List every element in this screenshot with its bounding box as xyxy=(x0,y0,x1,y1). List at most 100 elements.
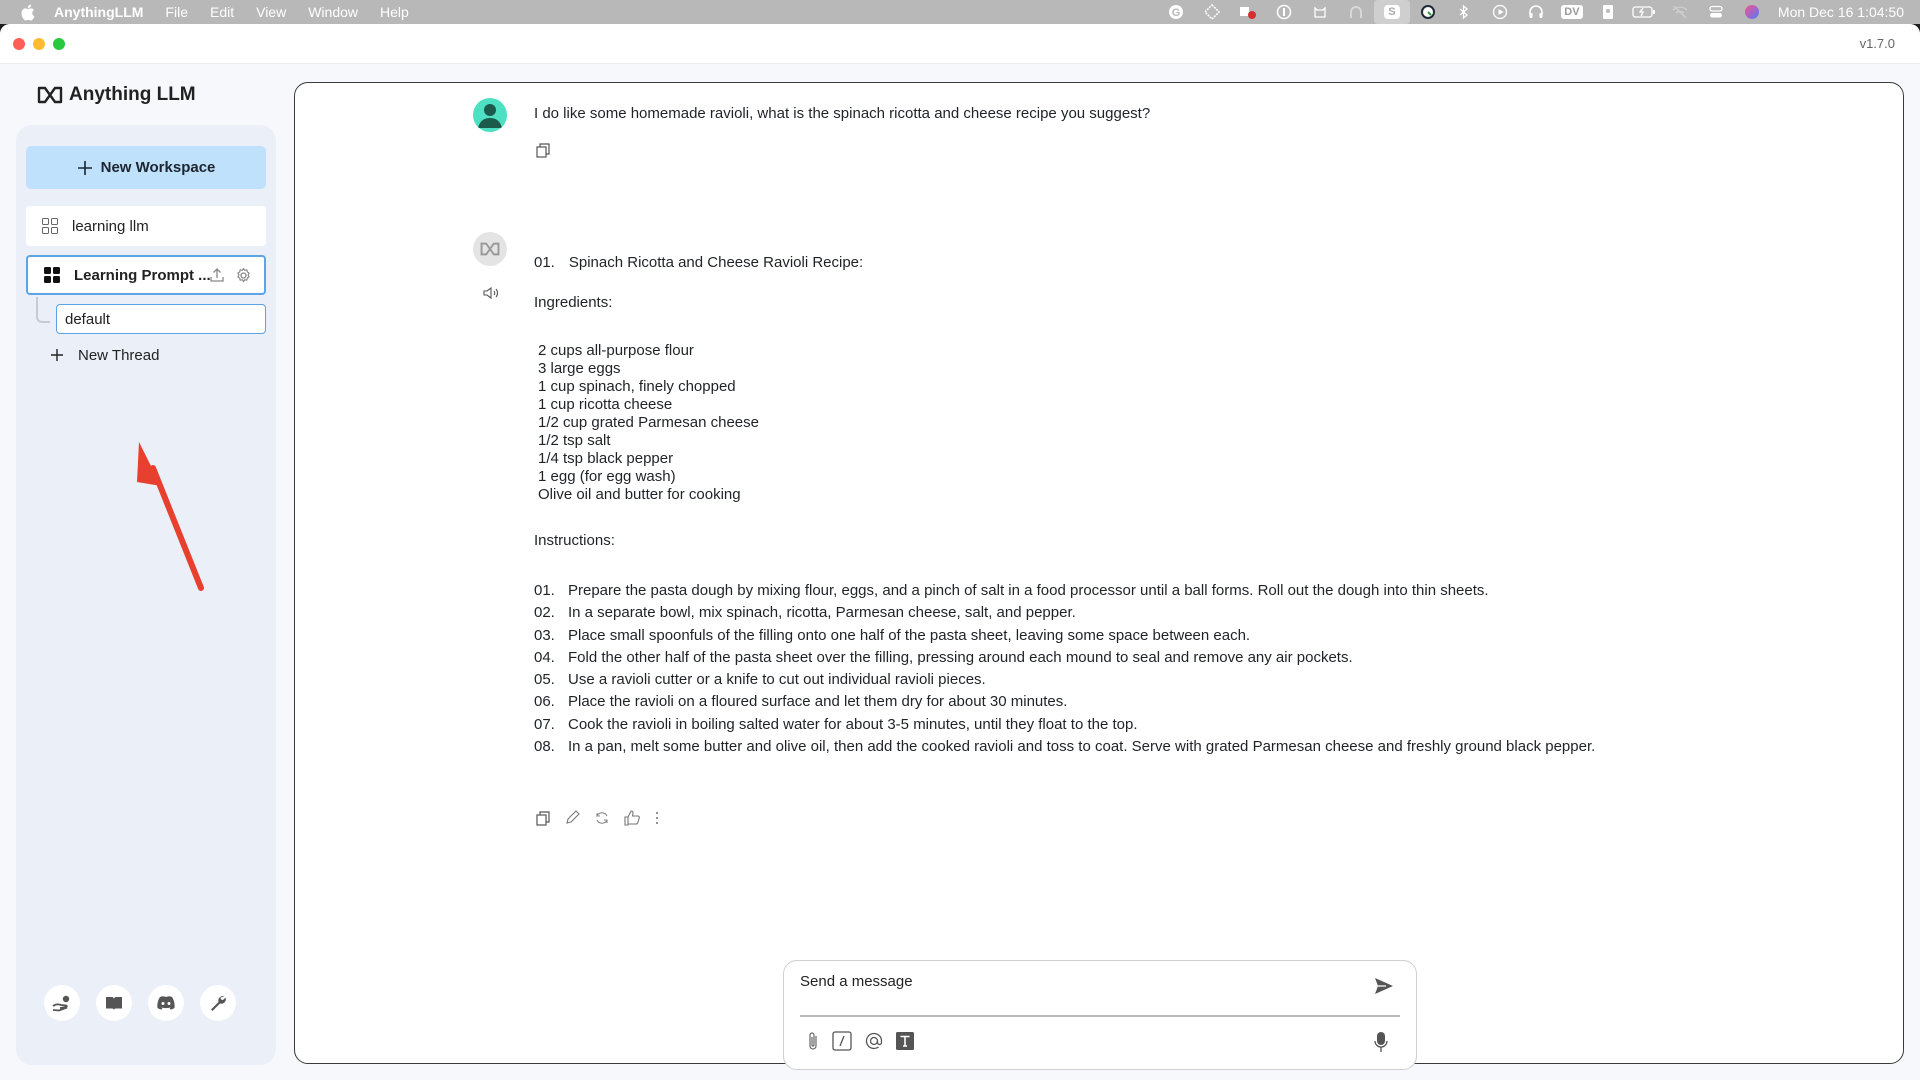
grammarly-icon[interactable]: G xyxy=(1158,0,1194,24)
thread-connector xyxy=(36,297,50,323)
menu-edit[interactable]: Edit xyxy=(210,4,234,20)
onepassword-icon[interactable] xyxy=(1266,0,1302,24)
instruction-step: 06. Place the ravioli on a floured surfac… xyxy=(534,693,1068,711)
app-window: v1.7.0 Anything LLM New Workspace learni… xyxy=(0,24,1920,1080)
message-input[interactable] xyxy=(800,973,1340,1003)
thread-label: default xyxy=(65,310,111,328)
bluetooth-icon[interactable] xyxy=(1446,0,1482,24)
annotation-arrow xyxy=(137,442,204,591)
recipe-heading: 01. Spinach Ricotta and Cheese Ravioli R… xyxy=(534,254,1595,272)
menu-help[interactable]: Help xyxy=(380,4,409,20)
user-message: I do like some homemade ravioli, what is… xyxy=(534,105,1151,122)
s-icon[interactable]: S xyxy=(1373,0,1410,24)
community-hub-button[interactable] xyxy=(44,985,80,1021)
copy-icon[interactable] xyxy=(536,143,550,163)
app-version: v1.7.0 xyxy=(1859,36,1895,51)
thumbs-up-icon[interactable] xyxy=(624,810,640,831)
plus-icon xyxy=(46,344,68,366)
battery-icon[interactable] xyxy=(1626,0,1662,24)
copy-icon[interactable] xyxy=(536,810,550,831)
instruction-step: 07. Cook the ravioli in boiling salted wa… xyxy=(534,715,1138,733)
sidebar-footer xyxy=(44,985,236,1021)
wifi-off-icon[interactable] xyxy=(1662,0,1698,24)
new-thread-label: New Thread xyxy=(78,346,160,364)
workspace-item-learning-prompt[interactable]: Learning Prompt ... xyxy=(26,255,266,295)
minimize-window-button[interactable] xyxy=(33,38,45,50)
arc-icon[interactable] xyxy=(1338,0,1374,24)
workspace-label: Learning Prompt ... xyxy=(74,266,211,284)
logo-text: Anything LLM xyxy=(69,84,196,105)
zoom-window-button[interactable] xyxy=(53,38,65,50)
ingredient-item: 1/4 tsp black pepper xyxy=(538,450,674,467)
teams-icon[interactable] xyxy=(1230,0,1266,24)
text-format-icon[interactable] xyxy=(896,1032,914,1050)
id-badge-icon[interactable] xyxy=(1590,0,1626,24)
regenerate-icon[interactable] xyxy=(594,810,610,831)
assistant-avatar xyxy=(473,232,507,266)
control-center-icon[interactable] xyxy=(1698,0,1734,24)
status-tray: G S DV Mon Dec 16 1:04:50 xyxy=(1158,0,1920,24)
instructions-label: Instructions: xyxy=(534,532,615,549)
menu-view[interactable]: View xyxy=(256,4,286,20)
timer-icon[interactable] xyxy=(1410,0,1446,24)
instruction-step: 08. In a pan, melt some butter and olive … xyxy=(534,738,1596,756)
docs-button[interactable] xyxy=(96,985,132,1021)
community-hub-icon xyxy=(52,995,70,1012)
microphone-icon xyxy=(1374,1032,1388,1052)
menubar-clock[interactable]: Mon Dec 16 1:04:50 xyxy=(1778,4,1904,20)
menu-window[interactable]: Window xyxy=(308,4,358,20)
edit-pencil-icon[interactable] xyxy=(564,810,580,831)
at-mention-icon[interactable] xyxy=(864,1031,884,1051)
cat-download-icon[interactable] xyxy=(1302,0,1338,24)
gear-icon[interactable] xyxy=(235,267,252,284)
instruction-step: 03. Place small spoonfuls of the filling … xyxy=(534,626,1251,644)
ingredient-item: 1 cup spinach, finely chopped xyxy=(538,378,736,395)
chat-panel: I do like some homemade ravioli, what is… xyxy=(294,82,1904,1070)
workspace-item-learning-llm[interactable]: learning llm xyxy=(26,206,266,246)
workspace-grid-icon xyxy=(42,218,58,234)
new-thread-button[interactable]: New Thread xyxy=(46,344,159,366)
instruction-step: 01. Prepare the pasta dough by mixing flo… xyxy=(534,582,1489,599)
dv-icon[interactable]: DV xyxy=(1554,0,1590,24)
settings-wrench-icon xyxy=(211,996,226,1011)
new-workspace-label: New Workspace xyxy=(100,159,216,176)
close-window-button[interactable] xyxy=(13,38,25,50)
composer-tools xyxy=(806,1031,914,1051)
settings-button[interactable] xyxy=(200,985,236,1021)
instructions-list: 01. Prepare the pasta dough by mixing flo… xyxy=(534,582,1595,760)
new-workspace-button[interactable]: New Workspace xyxy=(26,146,266,189)
svg-text:G: G xyxy=(1172,7,1181,19)
attach-paperclip-icon[interactable] xyxy=(806,1031,820,1051)
workspace-actions xyxy=(209,267,252,284)
macos-menu-bar: AnythingLLM File Edit View Window Help G… xyxy=(0,0,1920,24)
workspace-label: learning llm xyxy=(72,217,149,235)
menu-app-name[interactable]: AnythingLLM xyxy=(54,4,143,20)
discord-button[interactable] xyxy=(148,985,184,1021)
discord-icon xyxy=(157,996,175,1010)
user-avatar xyxy=(473,98,507,132)
ingredient-item: 3 large eggs xyxy=(538,360,621,377)
thread-item-default[interactable]: default xyxy=(56,304,266,334)
upload-icon[interactable] xyxy=(209,267,225,283)
microphone-button[interactable] xyxy=(1374,1031,1388,1058)
instruction-step: 05. Use a ravioli cutter or a knife to cu… xyxy=(534,671,986,689)
drop-icon[interactable] xyxy=(1194,0,1230,24)
play-icon[interactable] xyxy=(1482,0,1518,24)
message-actions xyxy=(536,810,660,831)
anythingllm-logo-icon xyxy=(37,86,63,104)
menu-file[interactable]: File xyxy=(165,4,188,20)
app-logo: Anything LLM xyxy=(37,84,196,106)
send-button[interactable] xyxy=(1374,977,1394,1000)
assistant-message: 01. Spinach Ricotta and Cheese Ravioli R… xyxy=(534,254,1595,760)
more-options-icon[interactable] xyxy=(654,810,660,831)
ingredient-item: 1/2 cup grated Parmesan cheese xyxy=(538,414,759,431)
apple-logo-icon[interactable] xyxy=(20,4,36,20)
slash-command-icon[interactable] xyxy=(832,1031,852,1051)
ingredient-item: 2 cups all-purpose flour xyxy=(538,342,694,359)
speaker-icon[interactable] xyxy=(483,286,501,305)
heading-text: Spinach Ricotta and Cheese Ravioli Recip… xyxy=(568,254,864,271)
siri-icon[interactable] xyxy=(1734,0,1770,24)
ingredient-item: 1/2 tsp salt xyxy=(538,432,611,449)
composer-divider xyxy=(800,1015,1400,1017)
headphones-icon[interactable] xyxy=(1518,0,1554,24)
